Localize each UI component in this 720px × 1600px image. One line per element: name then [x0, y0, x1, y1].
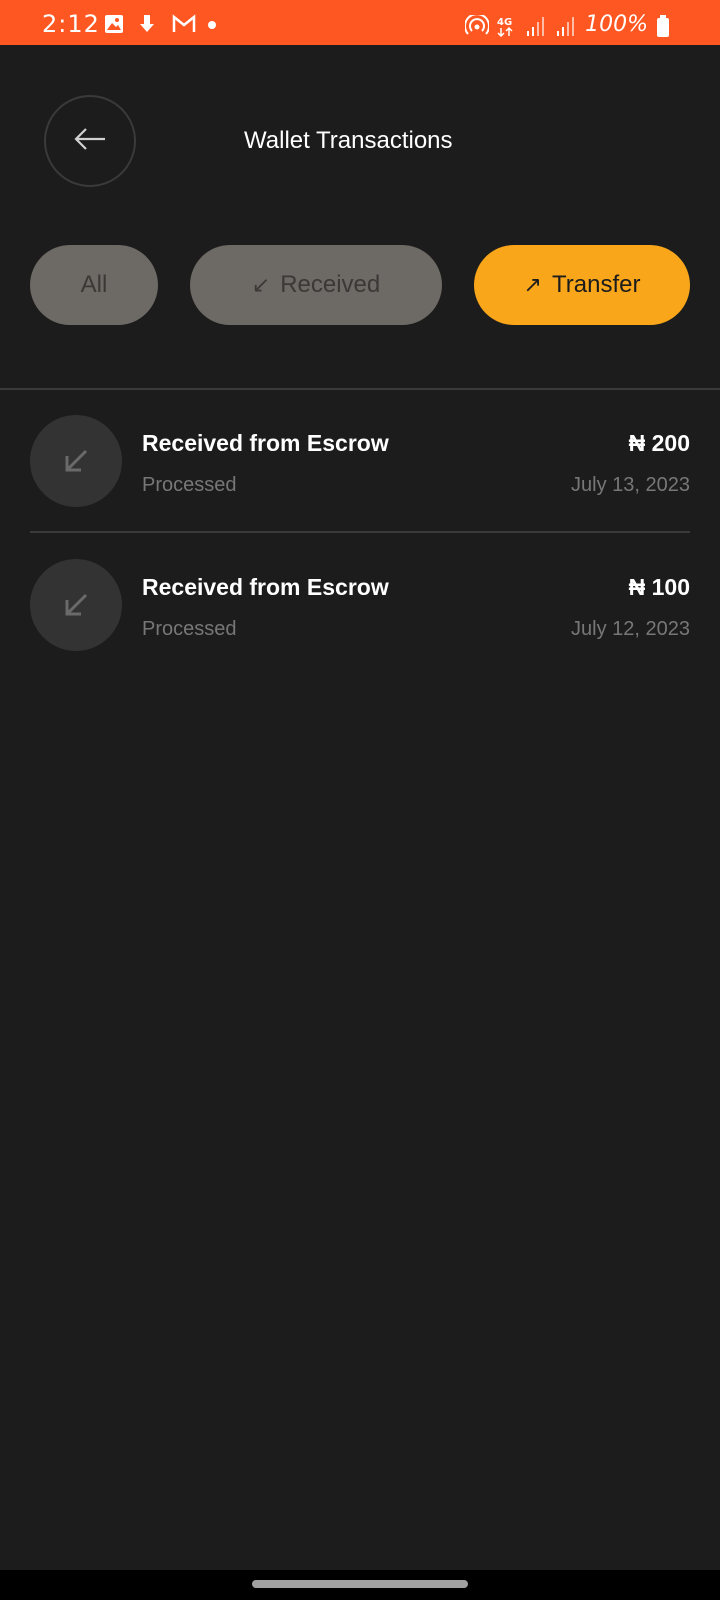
system-icons: 4G 100% [464, 12, 678, 37]
hotspot-icon [464, 12, 491, 35]
home-indicator[interactable] [252, 1580, 468, 1588]
transaction-row[interactable]: Received from Escrow Processed ₦ 200 Jul… [30, 390, 690, 534]
status-time: 2:12 [42, 10, 100, 38]
signal-icon [555, 15, 577, 36]
image-icon [104, 14, 126, 34]
transaction-title: Received from Escrow [142, 574, 389, 600]
navigation-bar [0, 1570, 720, 1600]
page-title: Wallet Transactions [244, 127, 453, 154]
transaction-row[interactable]: Received from Escrow Processed ₦ 100 Jul… [30, 534, 690, 678]
divider [30, 531, 690, 533]
arrow-left-icon [73, 127, 107, 156]
transaction-amount: ₦ 200 [628, 430, 690, 456]
header: Wallet Transactions [0, 45, 720, 235]
back-button[interactable] [44, 95, 136, 187]
tab-all[interactable]: All [30, 245, 158, 325]
battery-percent: 100% [585, 12, 648, 37]
filter-tabs: All ↙ Received ↗ Transfer [0, 245, 720, 325]
arrow-up-right-icon: ↗ [523, 272, 542, 297]
gmail-icon [172, 14, 196, 34]
tab-transfer-label: Transfer [551, 271, 641, 298]
network-4g-icon: 4G [495, 15, 517, 37]
tab-received[interactable]: ↙ Received [190, 245, 442, 325]
arrow-down-left-icon [30, 559, 122, 651]
tab-all-label: All [80, 271, 108, 298]
transaction-amount: ₦ 100 [628, 574, 690, 600]
svg-text:4G: 4G [497, 17, 512, 28]
download-icon [138, 14, 160, 34]
arrow-down-left-icon [30, 415, 122, 507]
transaction-title: Received from Escrow [142, 430, 389, 456]
notification-icons [104, 14, 228, 34]
arrow-down-left-icon: ↙ [251, 272, 271, 297]
signal-icon [525, 15, 547, 36]
tab-transfer[interactable]: ↗ Transfer [474, 245, 690, 325]
status-bar: 2:12 4G 100% [0, 0, 720, 45]
transaction-date: July 12, 2023 [571, 618, 690, 640]
battery-icon [656, 14, 678, 37]
transaction-date: July 13, 2023 [571, 474, 690, 496]
transaction-status: Processed [142, 618, 237, 640]
tab-received-label: Received [280, 271, 381, 298]
dot-icon [206, 14, 228, 34]
transaction-status: Processed [142, 474, 237, 496]
